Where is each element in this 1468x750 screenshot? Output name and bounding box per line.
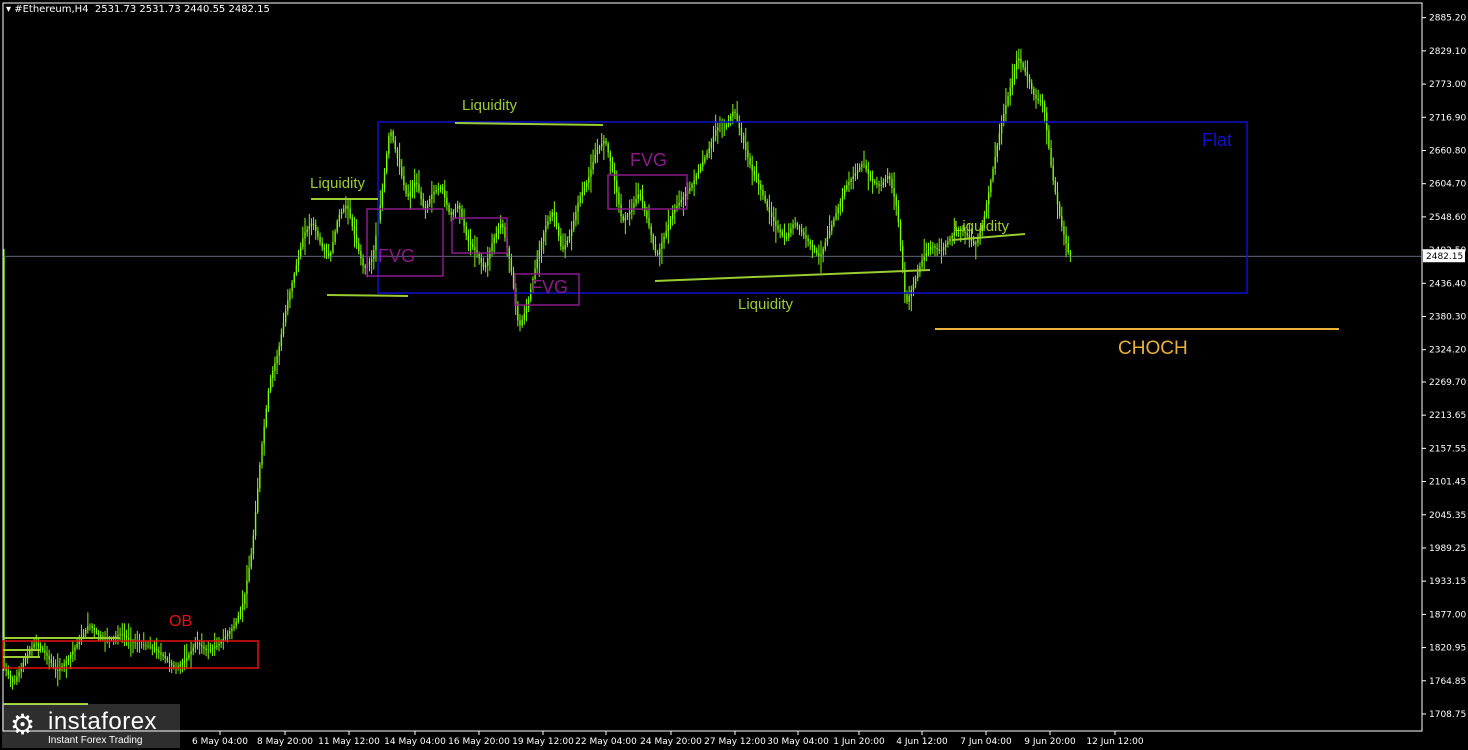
y-tick-label: 2157.55 <box>1429 444 1466 454</box>
y-tick-label: 2773.00 <box>1429 80 1466 90</box>
y-tick-label: 2604.70 <box>1429 180 1466 190</box>
fvg-label: FVG <box>531 277 568 297</box>
y-tick-label: 2213.65 <box>1429 411 1466 421</box>
y-tick-label: 2269.70 <box>1429 378 1466 388</box>
x-tick-label: 22 May 04:00 <box>575 737 637 747</box>
y-tick-label: 2324.20 <box>1429 346 1466 356</box>
x-tick-label: 14 May 04:00 <box>384 737 446 747</box>
choch-label: CHOCH <box>1118 338 1188 359</box>
liquidity-label: Liquidity <box>462 97 518 114</box>
y-tick-label: 2660.80 <box>1429 146 1466 156</box>
fvg-label: FVG <box>378 246 415 266</box>
y-tick-label: 2380.30 <box>1429 313 1466 323</box>
plot-border <box>2 2 1423 732</box>
y-tick-label: 2885.20 <box>1429 14 1466 24</box>
liquidity-label: Liquidity <box>738 296 794 313</box>
flat-label: Flat <box>1202 130 1232 150</box>
y-axis: 2885.20 2829.10 2773.00 2716.90 2660.80 2604.… <box>1422 14 1466 720</box>
liquidity-line <box>326 294 409 297</box>
y-tick-label: 1708.75 <box>1429 710 1466 720</box>
overlays-layer: 2482.15FlatFVGFVGFVGLiquidityLiquidityLi… <box>2 97 1465 705</box>
x-tick-label: 16 May 20:00 <box>448 737 510 747</box>
y-tick-label: 2436.40 <box>1429 279 1466 289</box>
x-tick-label: 11 May 12:00 <box>318 737 380 747</box>
x-tick-label: 6 May 04:00 <box>192 737 248 747</box>
y-tick-label: 2716.90 <box>1429 113 1466 123</box>
x-tick-label: 12 Jun 12:00 <box>1086 737 1143 747</box>
y-tick-label: 2045.35 <box>1429 511 1466 521</box>
y-tick-label: 2101.45 <box>1429 478 1466 488</box>
x-tick-label: 9 Jun 20:00 <box>1024 737 1076 747</box>
x-tick-label: 27 May 12:00 <box>704 737 766 747</box>
y-tick-label: 1933.15 <box>1429 577 1466 587</box>
x-tick-label: 4 Jun 12:00 <box>896 737 948 747</box>
flat-range-box <box>377 121 1248 294</box>
x-axis: 6 May 04:00 8 May 20:00 11 May 12:00 14 May… <box>192 731 1144 747</box>
gear-icon: ⚙ <box>10 709 36 740</box>
y-tick-label: 1820.95 <box>1429 644 1466 654</box>
y-tick-label: 2548.60 <box>1429 213 1466 223</box>
y-tick-label: 1764.85 <box>1429 677 1466 687</box>
y-tick-label: 1989.25 <box>1429 544 1466 554</box>
fvg-label: FVG <box>630 150 667 170</box>
y-tick-label: 1877.00 <box>1429 610 1466 620</box>
liquidity-label: Liquidity <box>310 175 366 192</box>
liquidity-line <box>454 122 604 126</box>
watermark-tagline: Instant Forex Trading <box>48 735 143 746</box>
y-tick-label: 2492.50 <box>1429 246 1466 256</box>
x-tick-label: 7 Jun 04:00 <box>960 737 1012 747</box>
watermark-name: instaforex <box>48 708 158 735</box>
fvg-box <box>607 174 688 210</box>
ob-label: OB <box>169 613 192 630</box>
price-chart[interactable]: 2482.15FlatFVGFVGFVGLiquidityLiquidityLi… <box>0 0 1468 750</box>
liquidity-label: Liquidity <box>954 218 1010 235</box>
x-tick-label: 24 May 20:00 <box>640 737 702 747</box>
y-tick-label: 2829.10 <box>1429 47 1466 57</box>
candles-layer <box>3 48 1072 690</box>
watermark: ⚙ instaforex Instant Forex Trading <box>2 704 180 748</box>
x-tick-label: 1 Jun 20:00 <box>833 737 885 747</box>
x-tick-label: 8 May 20:00 <box>257 737 313 747</box>
x-tick-label: 19 May 12:00 <box>512 737 574 747</box>
liquidity-line <box>654 269 931 282</box>
x-tick-label: 30 May 04:00 <box>767 737 829 747</box>
